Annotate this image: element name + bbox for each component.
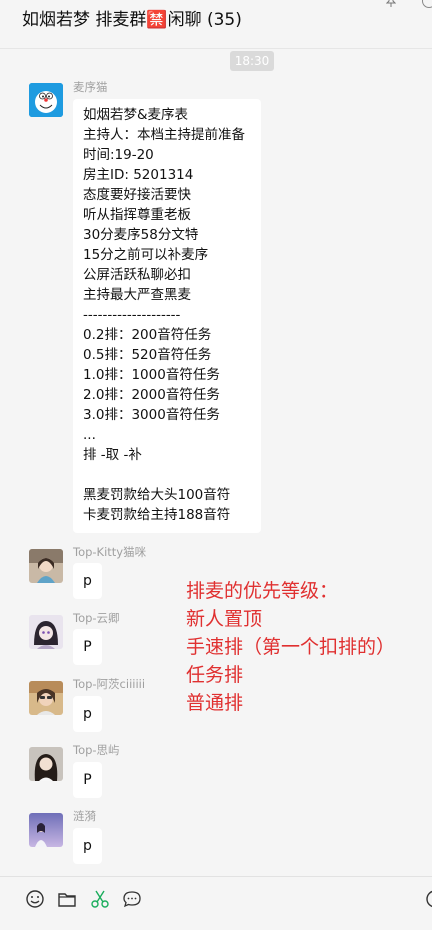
- message-line: --------------------: [83, 307, 181, 323]
- message-line: 如烟若梦&麦序表: [83, 107, 189, 123]
- chat-bubble-icon[interactable]: [121, 888, 143, 910]
- more-icon[interactable]: [422, 0, 432, 8]
- message-line: 排 -取 -补: [83, 447, 142, 463]
- more-options-icon[interactable]: [424, 888, 432, 910]
- sender-name: Top-Kitty猫咪: [73, 545, 147, 559]
- sender-name: 麦序猫: [73, 80, 108, 94]
- avatar[interactable]: [29, 549, 63, 583]
- sender-name: Top-阿茨ciiiiii: [73, 677, 146, 691]
- message-bubble[interactable]: p: [73, 828, 102, 864]
- message-line: 3.0排：3000音符任务: [83, 407, 220, 423]
- message-line: 态度要好接活要快: [83, 187, 191, 203]
- input-divider: [0, 876, 432, 877]
- message-line: 时间:19-20: [83, 147, 154, 163]
- message-bubble[interactable]: p: [73, 696, 102, 732]
- sender-name: Top-思屿: [73, 743, 120, 757]
- message-line: 30分麦序58分文特: [83, 227, 199, 243]
- message-line: ...: [83, 427, 96, 443]
- sender-name: Top-云卿: [73, 611, 120, 625]
- message-line: 公屏活跃私聊必扣: [83, 267, 191, 283]
- message-line: 15分之前可以补麦序: [83, 247, 209, 263]
- message-line: 主持人：本档主持提前准备: [83, 127, 245, 143]
- message-bubble[interactable]: p: [73, 563, 102, 599]
- message-line: 2.0排：2000音符任务: [83, 387, 220, 403]
- scissors-icon[interactable]: [89, 888, 111, 910]
- message-bubble[interactable]: P: [73, 629, 102, 665]
- chat-header: 如烟若梦 排麦群🈲闲聊 (35): [0, 0, 432, 49]
- annotation-line: 手速排（第一个扣排的）: [186, 636, 396, 658]
- annotation-line: 新人置顶: [186, 608, 263, 630]
- message-line: 房主ID: 5201314: [83, 167, 194, 183]
- folder-icon[interactable]: [56, 888, 78, 910]
- chat-title: 如烟若梦 排麦群🈲闲聊 (35): [22, 10, 242, 30]
- priority-annotation: 排麦的优先等级： 新人置顶 手速排（第一个扣排的） 任务排 普通排: [186, 577, 395, 717]
- message-bubble[interactable]: P: [73, 762, 102, 798]
- avatar[interactable]: [29, 83, 63, 117]
- message-bubble[interactable]: 如烟若梦&麦序表主持人：本档主持提前准备 时间:19-20 房主ID: 520131…: [73, 99, 261, 533]
- avatar[interactable]: [29, 615, 63, 649]
- message-line: 0.2排：200音符任务: [83, 327, 212, 343]
- message-line: 主持最大严查黑麦: [83, 287, 191, 303]
- avatar[interactable]: [29, 813, 63, 847]
- annotation-line: 普通排: [186, 692, 244, 714]
- message-line: 卡麦罚款给主持188音符: [83, 507, 231, 523]
- annotation-line: 排麦的优先等级：: [186, 580, 339, 602]
- message-line: [83, 465, 261, 485]
- message-line: 听从指挥尊重老板: [83, 207, 191, 223]
- pin-icon[interactable]: [385, 0, 397, 10]
- message-line: 1.0排：1000音符任务: [83, 367, 220, 383]
- avatar[interactable]: [29, 747, 63, 781]
- sender-name: 涟漪: [73, 809, 96, 823]
- message-timestamp: 18:30: [230, 51, 274, 71]
- avatar[interactable]: [29, 681, 63, 715]
- message-line: 0.5排：520音符任务: [83, 347, 212, 363]
- annotation-line: 任务排: [186, 664, 244, 686]
- message-line: 黑麦罚款给大头100音符: [83, 487, 231, 503]
- emoji-icon[interactable]: [24, 888, 46, 910]
